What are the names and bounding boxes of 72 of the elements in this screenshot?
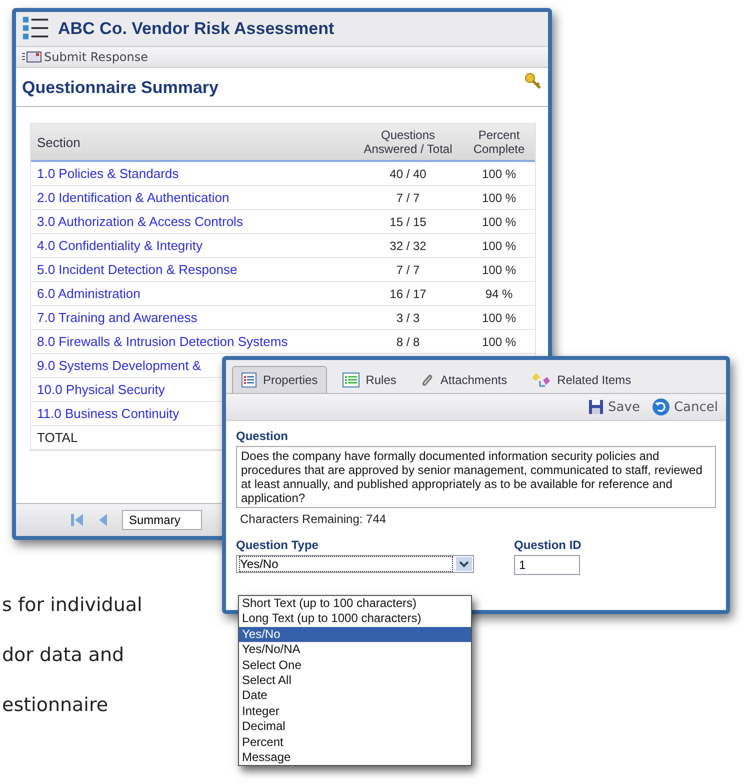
tab[interactable]: Rules — [332, 366, 406, 393]
table-cell: 100 % — [482, 214, 516, 228]
section-link[interactable]: 2.0 Identification & Authentication — [37, 190, 230, 205]
list-icon — [342, 372, 360, 388]
field-label: Question ID — [514, 538, 582, 552]
list-icon — [241, 372, 257, 388]
tab[interactable]: Related Items — [522, 366, 640, 393]
dropdown-option[interactable]: Select All — [239, 673, 471, 688]
section-link[interactable]: 3.0 Authorization & Access Controls — [37, 214, 243, 229]
question-type-dropdown[interactable]: Yes/No — [236, 555, 474, 573]
column-header: Percent Complete — [472, 128, 526, 158]
table-cell: 100 % — [482, 190, 516, 204]
cancel-button[interactable]: Cancel — [650, 397, 720, 417]
table-cell: 15 / 15 — [390, 214, 426, 228]
section-link[interactable]: 9.0 Systems Development & — [37, 358, 202, 373]
table-cell: 100 % — [482, 166, 516, 180]
save-button[interactable]: Save — [586, 397, 642, 417]
table-cell: 3 / 3 — [396, 310, 420, 324]
section-link[interactable]: 1.0 Policies & Standards — [37, 166, 179, 181]
key-icon[interactable] — [524, 72, 542, 90]
section-link[interactable]: 11.0 Business Continuity — [37, 406, 180, 421]
page-field[interactable]: Summary — [122, 510, 202, 530]
dropdown-option[interactable]: Short Text (up to 100 characters) — [239, 596, 471, 612]
table-cell: 8 / 8 — [396, 334, 420, 348]
column-header: Section — [36, 134, 82, 152]
section-link[interactable]: 10.0 Physical Security — [37, 382, 165, 397]
table-cell: 7 / 7 — [396, 190, 420, 204]
table-cell: 100 % — [482, 334, 516, 348]
tab[interactable]: Properties — [232, 366, 327, 393]
table-cell: 7 / 7 — [396, 262, 420, 276]
slide-text: s for individual — [2, 594, 142, 616]
dropdown-option[interactable]: Integer — [239, 704, 471, 720]
table-cell: 32 / 32 — [390, 238, 426, 252]
column-header: Questions Answered / Total — [362, 128, 454, 158]
dropdown-option[interactable]: Yes/No/NA — [239, 642, 471, 658]
window-title: ABC Co. Vendor Risk Assessment — [58, 19, 334, 39]
question-id-field[interactable]: 1 — [514, 555, 580, 575]
submit-response-button[interactable]: Submit Response — [20, 49, 150, 65]
dropdown-option[interactable]: Percent — [239, 734, 471, 750]
section-heading: Questionnaire Summary — [22, 78, 219, 98]
section-link[interactable]: 6.0 Administration — [37, 286, 140, 301]
question-text-field[interactable]: Does the company have formally documented information security policies and procedures that are approved by senior management, communicated to staff, reviewed at least annually, and published appropriately as to be available for reference and application? — [236, 446, 716, 508]
paperclip-icon — [420, 372, 434, 388]
section-link[interactable]: 7.0 Training and Awareness — [37, 310, 198, 325]
dropdown-option[interactable]: Long Text (up to 1000 characters) — [239, 611, 471, 627]
field-label: Question Type — [236, 538, 320, 552]
section-link[interactable]: 5.0 Incident Detection & Response — [37, 262, 238, 277]
dropdown-option[interactable]: Date — [239, 688, 471, 704]
dropdown-option[interactable]: Message — [239, 750, 471, 766]
table-cell: 100 % — [482, 238, 516, 252]
previous-page-icon[interactable] — [98, 513, 108, 527]
characters-remaining: Characters Remaining: 744 — [240, 512, 388, 526]
first-page-icon[interactable] — [70, 513, 84, 527]
table-cell: 16 / 17 — [390, 286, 426, 300]
table-cell: 100 % — [482, 310, 516, 324]
slide-text: estionnaire — [2, 694, 110, 716]
field-label: Question — [236, 429, 290, 443]
dropdown-option[interactable]: Decimal — [239, 719, 471, 735]
section-link[interactable]: 4.0 Confidentiality & Integrity — [37, 238, 202, 253]
envelope-icon — [22, 51, 42, 63]
table-cell: 94 % — [485, 286, 513, 300]
table-cell: 40 / 40 — [390, 166, 426, 180]
related-items-icon — [531, 372, 552, 388]
undo-icon — [652, 398, 670, 416]
slide-text: dor data and — [2, 644, 126, 666]
table-cell: 100 % — [482, 262, 516, 276]
section-link[interactable]: 8.0 Firewalls & Intrusion Detection Systems — [37, 334, 288, 349]
total-label: TOTAL — [37, 430, 78, 445]
tab[interactable]: Attachments — [411, 366, 516, 393]
dropdown-option[interactable]: Select One — [239, 658, 471, 674]
caret-icon — [456, 557, 472, 571]
dropdown-option[interactable]: Yes/No — [239, 626, 471, 642]
